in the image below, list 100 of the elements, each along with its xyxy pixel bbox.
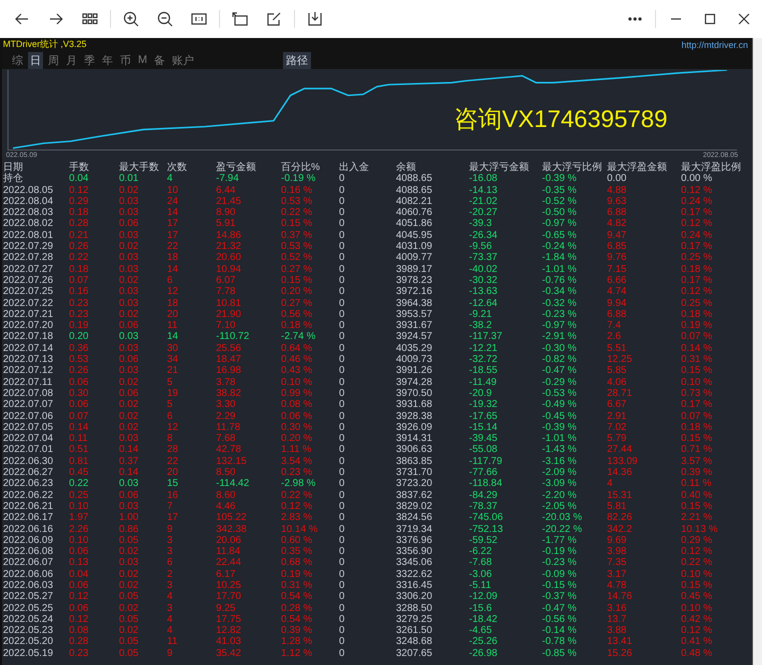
app-title: MTDriver统计 ,V3.25 — [3, 38, 87, 51]
table-cell-text: -3.16 % — [542, 456, 578, 468]
table-cell-text: -0.56 % — [542, 614, 578, 626]
table-cell-text: -26.98 — [469, 648, 498, 660]
table-cell-text: 3376.96 — [396, 534, 434, 546]
table-cell-text: 2022.05.27 — [3, 591, 54, 603]
table-cell-text: 17.70 — [216, 591, 242, 603]
table-cell-text: 0.02 — [119, 568, 140, 580]
table-cell-text: 4031.09 — [396, 241, 434, 252]
table-cell-text: 6.88 — [607, 207, 628, 218]
table-cell-text: -5.11 — [469, 580, 492, 592]
table-cell-text: 0.12 — [69, 614, 90, 626]
table-cell-text: 0.03 — [119, 196, 140, 208]
table-cell-text: -7.94 — [216, 173, 240, 185]
table-cell-text: 2022.07.20 — [3, 320, 54, 332]
table-cell-text: 16.98 — [216, 365, 242, 377]
tab[interactable]: 年 — [100, 52, 115, 68]
website-link[interactable]: http://mtdriver.cn — [681, 40, 748, 50]
tab[interactable]: 币 — [118, 52, 133, 68]
table-cell-text: 21 — [167, 365, 180, 377]
table-cell-text: 0.03 — [119, 365, 140, 377]
tab[interactable]: 日 — [28, 52, 43, 68]
table-cell-text: 0.53 % — [281, 196, 314, 208]
actual-size-icon[interactable] — [191, 11, 207, 27]
table-cell-text: 2022.07.29 — [3, 241, 54, 252]
table-cell-text: -0.15 % — [542, 580, 578, 592]
table-cell-text: 0 — [339, 173, 346, 185]
table-cell-text: 0.10 % — [681, 568, 714, 580]
table-cell-text: 0.22 % — [281, 490, 314, 501]
table-cell-text: 0.15 % — [281, 218, 314, 230]
table-cell-text: -25.26 — [469, 636, 498, 648]
table-cell-text: 3914.31 — [396, 433, 434, 444]
download-icon[interactable] — [307, 11, 323, 27]
table-cell-text: 2022.07.14 — [3, 342, 54, 354]
table-cell-text: 0.36 — [69, 342, 90, 354]
table-cell-text: 30 — [167, 342, 180, 354]
tab[interactable]: 账户 — [170, 52, 196, 68]
table-cell-text: 0 — [339, 602, 346, 614]
table-cell-text: 133.09 — [607, 456, 639, 468]
table-cell-text: 8.90 — [216, 207, 236, 218]
table-cell-text: 0.12 % — [681, 184, 714, 196]
table-cell-text: 4 — [607, 478, 614, 490]
tab[interactable]: 综 — [10, 52, 25, 68]
table-cell-text: 0.03 — [119, 331, 140, 343]
table-cell-text: 14 — [167, 264, 180, 275]
table-cell-text: 0.68 % — [281, 557, 314, 569]
table-cell-text: 2.26 — [69, 524, 90, 535]
tab[interactable]: 备 — [152, 52, 168, 68]
table-cell-text: 0.02 — [119, 422, 140, 434]
table-cell-text: 0.17 % — [681, 207, 714, 218]
table-cell-text: 21.45 — [216, 196, 242, 208]
table-cell-text: -0.97 % — [542, 218, 578, 230]
forward-icon[interactable] — [48, 11, 64, 27]
close-icon[interactable] — [736, 11, 752, 27]
edit-icon[interactable] — [266, 11, 282, 27]
table-cell-text: 0.03 — [119, 557, 140, 569]
table-cell-text: 0.42 % — [681, 614, 714, 626]
back-icon[interactable] — [14, 11, 30, 27]
table-cell-text: 6 — [167, 557, 174, 569]
table-cell-text: 0.71 % — [681, 444, 714, 456]
table-cell-text: 0.14 — [119, 467, 140, 478]
tab[interactable]: M — [136, 53, 150, 67]
table-cell-text: 0 — [339, 218, 346, 230]
tab[interactable]: 月 — [64, 52, 79, 68]
grid-icon[interactable] — [82, 11, 98, 27]
table-cell-text: -2.91 % — [542, 331, 578, 343]
table-cell-text: -0.65 % — [542, 230, 578, 242]
table-cell-text: 0.23 % — [281, 467, 314, 478]
table-cell-text: 0.27 % — [281, 264, 314, 275]
table-cell-text: 0.18 % — [681, 264, 714, 275]
table-cell-text: 0.25 — [69, 490, 90, 501]
tab[interactable]: 周 — [46, 52, 61, 68]
table-cell-text: -0.47 % — [542, 602, 578, 614]
table-cell-text: 0.29 — [69, 196, 90, 208]
table-cell-text: 3.98 — [607, 546, 628, 558]
table-cell-text: 0.23 — [69, 648, 90, 660]
zoom-out-icon[interactable] — [157, 11, 173, 27]
table-cell-text: 0.37 % — [281, 230, 314, 242]
table-cell-text: 10.81 — [216, 298, 242, 309]
table-cell-text: 34 — [167, 354, 180, 366]
table-cell-text: -1.84 % — [542, 252, 578, 264]
path-button[interactable]: 路径 — [283, 52, 312, 68]
table-cell-text: 0.22 % — [681, 557, 714, 569]
table-cell-text: 4009.77 — [396, 252, 434, 264]
table-cell-text: 0.15 % — [681, 580, 714, 592]
table-cell-text: 0.10 — [69, 534, 90, 546]
table-cell-text: 21.32 — [216, 241, 242, 252]
table-cell-text: 11.84 — [216, 546, 242, 558]
tab[interactable]: 季 — [82, 52, 97, 68]
table-cell-text: 0.46 % — [281, 354, 314, 366]
maximize-icon[interactable] — [702, 11, 718, 27]
table-cell-text: 0.20 — [69, 331, 90, 343]
table-cell-text: 9.25 — [216, 602, 236, 614]
zoom-in-icon[interactable] — [123, 11, 139, 27]
table-cell-text: 0.86 — [119, 524, 140, 535]
table-cell-text: 0.53 — [69, 354, 90, 366]
table-cell-text: -59.52 — [469, 534, 498, 546]
table-cell-text: 4.74 — [607, 286, 628, 298]
rotate-icon[interactable] — [232, 11, 248, 27]
table-cell-text: 3723.20 — [396, 478, 434, 490]
